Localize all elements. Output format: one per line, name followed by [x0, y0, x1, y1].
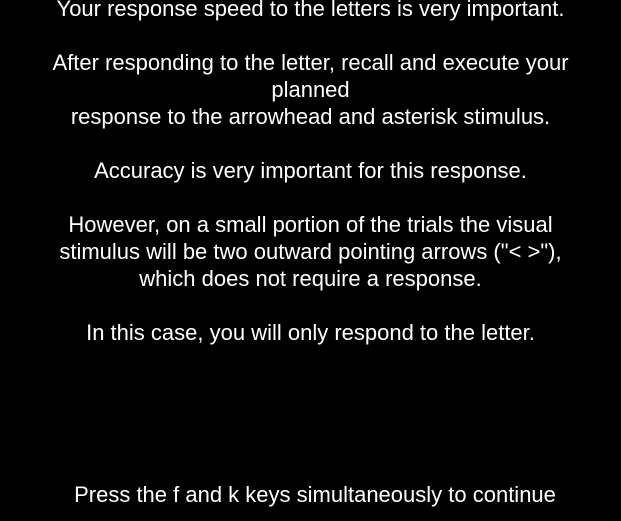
- instruction-paragraph-accuracy: Accuracy is very important for this resp…: [94, 158, 527, 183]
- continue-prompt: Press the f and k keys simultaneously to…: [74, 482, 556, 507]
- instruction-paragraph-response-speed: Your response speed to the letters is ve…: [56, 0, 565, 21]
- instructions-text-block: Your response speed to the letters is ve…: [0, 0, 621, 373]
- instruction-paragraph-recall-response: After responding to the letter, recall a…: [52, 50, 569, 129]
- instruction-paragraph-outward-arrows: However, on a small portion of the trial…: [59, 212, 562, 291]
- instruction-paragraph-letter-only: In this case, you will only respond to t…: [86, 320, 535, 345]
